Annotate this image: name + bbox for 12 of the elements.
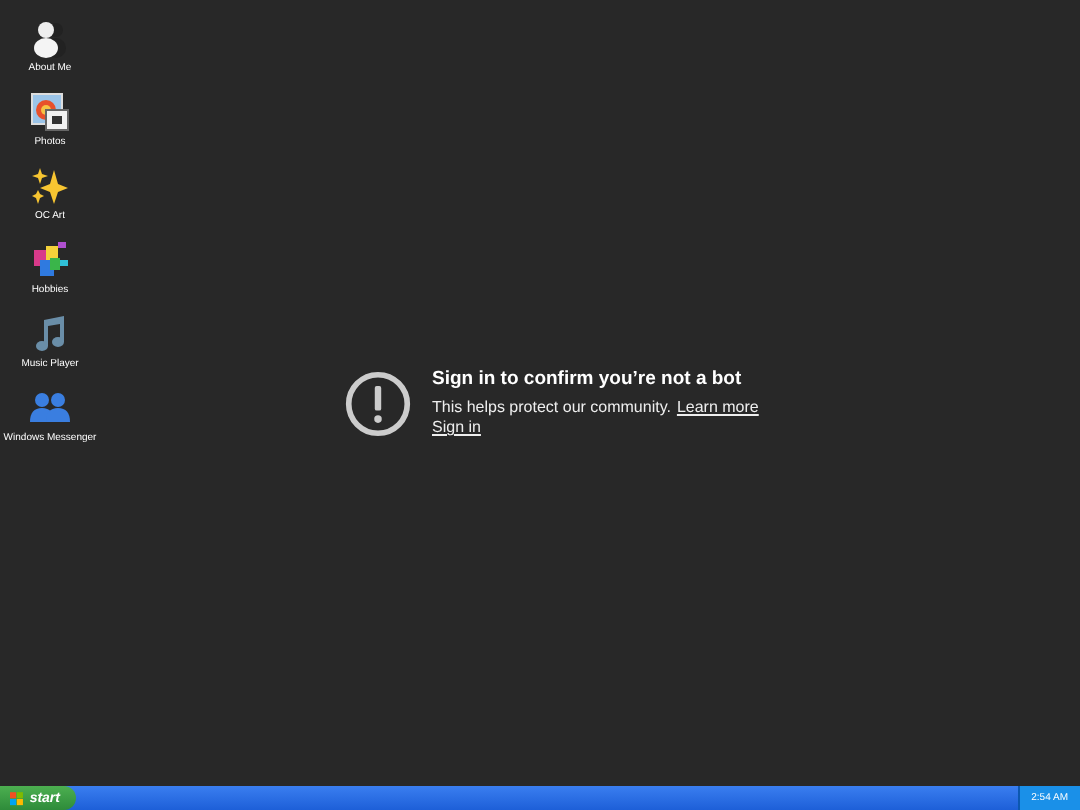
blocks-icon[interactable] <box>30 240 70 280</box>
windows-flag-icon <box>10 791 24 805</box>
people-icon[interactable] <box>30 388 70 428</box>
photo-icon[interactable] <box>30 92 70 132</box>
music-note-icon[interactable] <box>30 314 70 354</box>
person-icon[interactable] <box>30 18 70 58</box>
alert-icon <box>344 370 412 438</box>
notice-text: This helps protect our community. <box>432 398 671 418</box>
notice-title: Sign in to confirm you’re not a bot <box>432 370 744 390</box>
sparkles-icon[interactable] <box>30 166 70 206</box>
learn-more-link[interactable]: Learn more <box>676 398 759 418</box>
sign-in-link[interactable]: Sign in <box>432 418 481 438</box>
